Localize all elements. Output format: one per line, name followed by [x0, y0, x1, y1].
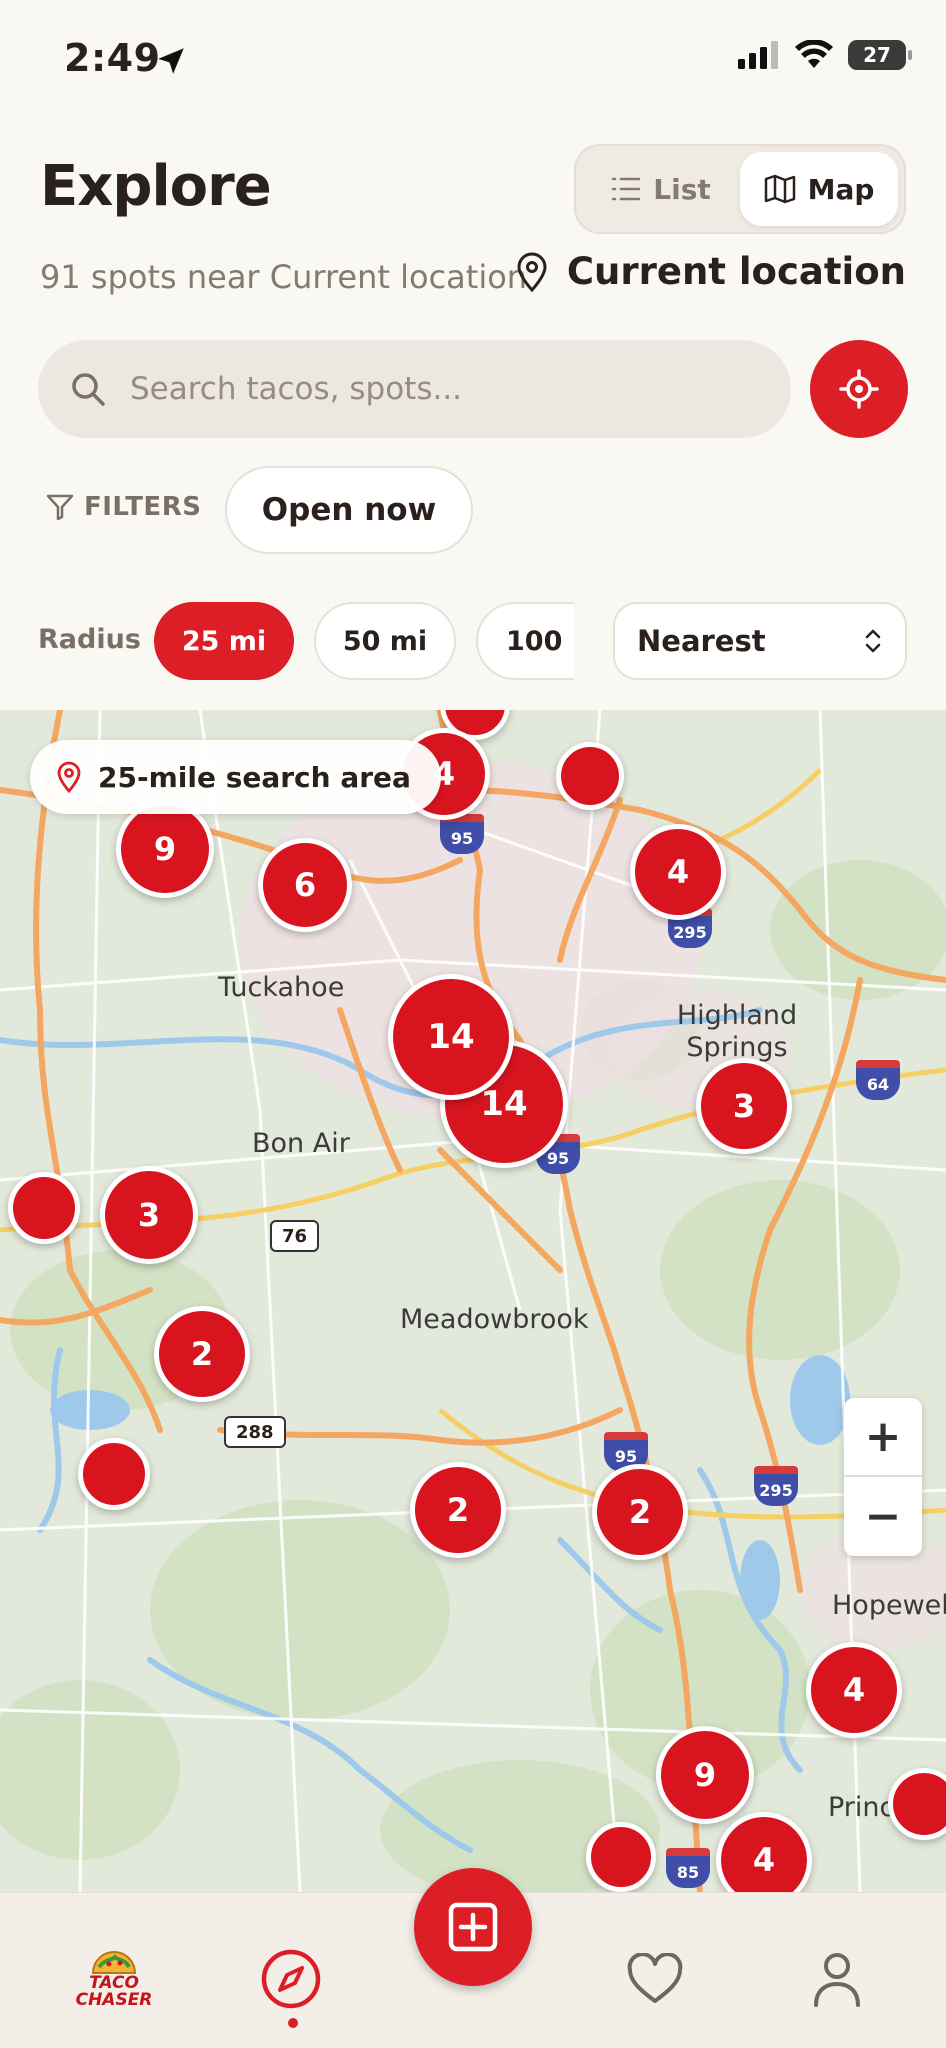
locate-me-button[interactable] — [810, 340, 908, 438]
battery-indicator: 27 — [848, 40, 912, 70]
taco-icon — [91, 1951, 137, 1974]
wifi-icon — [795, 40, 833, 68]
search-area-label: 25-mile search area — [98, 760, 411, 794]
search-input[interactable] — [130, 371, 759, 407]
nav-favorites[interactable] — [615, 1939, 695, 2019]
map-cluster-marker[interactable]: 6 — [258, 838, 352, 932]
place-label-hopewell: Hopewell — [832, 1590, 946, 1621]
interstate-85-shield: 85 — [666, 1848, 710, 1888]
radius-chip-25[interactable]: 25 mi — [154, 602, 294, 680]
location-arrow-icon — [158, 48, 184, 74]
list-view-label: List — [653, 172, 711, 206]
map-cluster-marker[interactable]: 3 — [100, 1166, 198, 1264]
map-cluster-marker[interactable]: 3 — [696, 1058, 792, 1154]
filters-button[interactable]: FILTERS — [46, 492, 201, 522]
spot-count-text: 91 spots near Current location — [40, 258, 528, 296]
sort-select[interactable]: Nearest — [613, 602, 907, 680]
active-tab-indicator — [288, 2018, 298, 2028]
heart-icon — [627, 1953, 683, 2003]
compass-icon — [261, 1949, 321, 2009]
location-pin-icon — [517, 252, 547, 292]
map-view[interactable]: Tuckahoe Highland Springs Bon Air Meadow… — [0, 710, 946, 1892]
logo-word-2: CHASER — [75, 1990, 153, 2010]
place-label-highland-springs: Highland Springs — [676, 1000, 798, 1063]
search-bar — [38, 340, 791, 438]
place-label-bon-air: Bon Air — [252, 1128, 350, 1159]
plus-square-icon — [448, 1902, 498, 1952]
map-cluster-marker[interactable] — [556, 742, 624, 810]
view-toggle: List Map — [574, 144, 906, 234]
interstate-64-shield: 64 — [856, 1060, 900, 1100]
map-icon — [764, 174, 795, 204]
zoom-in-button[interactable]: + — [844, 1398, 922, 1477]
map-cluster-marker[interactable]: 2 — [410, 1462, 506, 1558]
location-selector[interactable]: Current location — [515, 250, 906, 293]
map-view-label: Map — [807, 172, 875, 206]
sort-value: Nearest — [637, 624, 766, 658]
radius-label: Radius — [38, 624, 141, 655]
map-cluster-marker[interactable]: 9 — [116, 800, 214, 898]
nav-home-logo[interactable]: TACO CHASER — [72, 1939, 156, 2019]
nav-explore[interactable] — [251, 1939, 331, 2019]
add-spot-button[interactable] — [414, 1868, 532, 1986]
search-area-badge: 25-mile search area — [30, 740, 441, 814]
filters-label: FILTERS — [84, 492, 202, 522]
route-288-shield: 288 — [224, 1416, 286, 1448]
status-time: 2:49 — [64, 36, 161, 80]
nav-profile[interactable] — [797, 1939, 877, 2019]
interstate-95-shield: 95 — [440, 814, 484, 854]
map-cluster-marker[interactable]: 2 — [154, 1306, 250, 1402]
chevron-updown-icon — [865, 629, 881, 653]
place-label-meadowbrook: Meadowbrook — [400, 1304, 589, 1335]
zoom-controls: + − — [844, 1398, 922, 1556]
radius-chip-100-clip: 100 mi — [476, 600, 574, 684]
map-cluster-marker[interactable]: 14 — [388, 974, 514, 1100]
place-label-tuckahoe: Tuckahoe — [218, 972, 345, 1003]
filter-funnel-icon — [46, 494, 74, 521]
interstate-295-shield-east: 295 — [754, 1466, 798, 1506]
zoom-out-button[interactable]: − — [844, 1477, 922, 1556]
radius-chip-100[interactable]: 100 mi — [476, 602, 574, 680]
list-icon — [612, 177, 641, 201]
taco-chaser-logo: TACO CHASER — [75, 1949, 153, 2010]
map-cluster-marker[interactable]: 4 — [630, 824, 726, 920]
map-view-button[interactable]: Map — [740, 152, 898, 226]
location-pin-icon — [57, 761, 81, 793]
map-cluster-marker[interactable] — [8, 1172, 80, 1244]
map-cluster-marker[interactable]: 2 — [592, 1464, 688, 1560]
crosshair-icon — [839, 369, 879, 409]
route-76-shield: 76 — [270, 1220, 320, 1252]
list-view-button[interactable]: List — [582, 152, 740, 226]
map-cluster-marker[interactable] — [78, 1438, 150, 1510]
location-label: Current location — [566, 250, 906, 293]
map-cluster-marker[interactable]: 9 — [656, 1726, 754, 1824]
status-icons: 27 — [738, 40, 912, 70]
user-icon — [814, 1953, 860, 2007]
search-icon — [72, 373, 105, 406]
signal-icon — [738, 41, 778, 69]
map-cluster-marker[interactable]: 4 — [806, 1642, 902, 1738]
radius-chip-50[interactable]: 50 mi — [314, 602, 456, 680]
page-title: Explore — [40, 154, 272, 219]
map-cluster-marker[interactable] — [586, 1822, 656, 1892]
open-now-toggle[interactable]: Open now — [225, 466, 473, 554]
